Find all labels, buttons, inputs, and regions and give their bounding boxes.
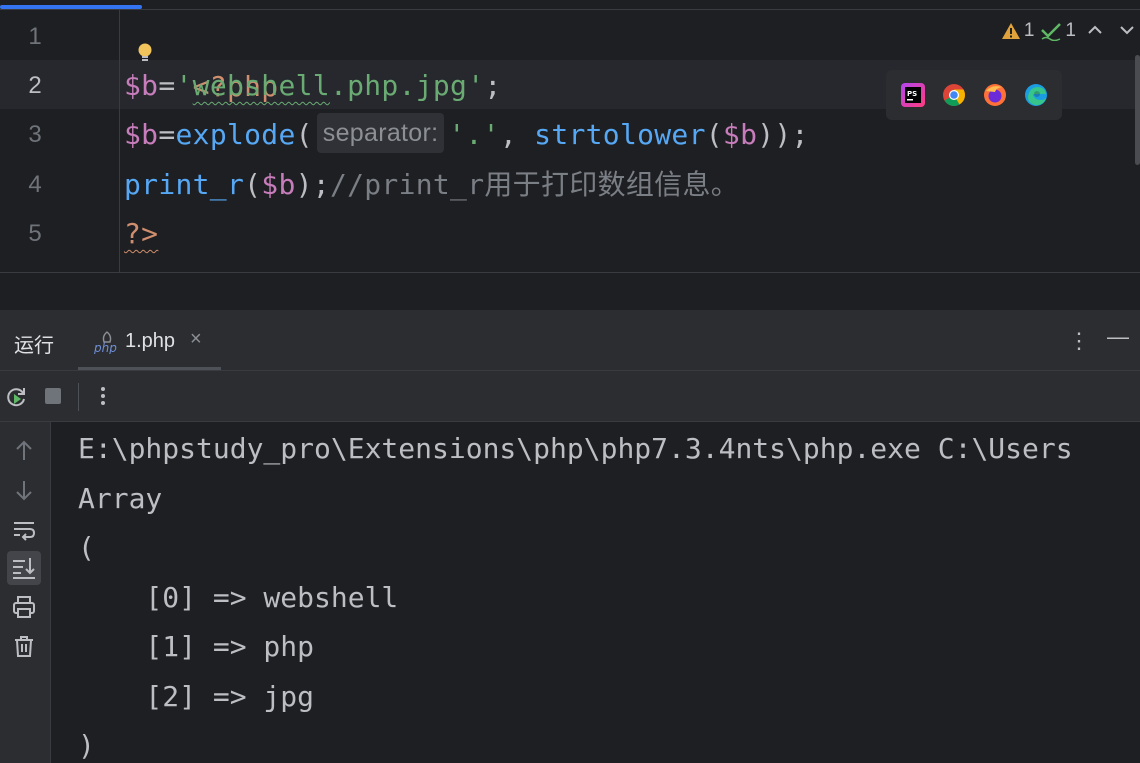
- print-icon[interactable]: [11, 594, 37, 620]
- console-line: [1] => php: [78, 630, 315, 663]
- arrow-down-icon[interactable]: [11, 477, 37, 503]
- trash-icon[interactable]: [11, 633, 37, 659]
- code-line-5[interactable]: ?>: [124, 209, 158, 259]
- variable-token: $b: [722, 118, 758, 151]
- function-token: print_r: [124, 168, 245, 201]
- warnings-count: 1: [1023, 20, 1035, 41]
- string-quote: ': [467, 69, 485, 102]
- more-actions-icon[interactable]: [92, 385, 114, 407]
- parameter-hint: separator:: [316, 113, 445, 153]
- scroll-to-end-button[interactable]: [7, 551, 41, 585]
- editor-scrollbar[interactable]: [1135, 55, 1140, 165]
- weak-warnings-indicator[interactable]: 1: [1040, 20, 1076, 42]
- run-toolbar: [0, 370, 1140, 422]
- semicolon-token: ;: [484, 69, 502, 102]
- variable-token: $b: [124, 118, 159, 151]
- editor-bottom-spacer: [0, 272, 1140, 311]
- firefox-icon[interactable]: [982, 82, 1008, 108]
- string-token: '.': [448, 118, 500, 151]
- line-number-gutter[interactable]: 1 2 3 4 5: [0, 10, 118, 272]
- warnings-indicator[interactable]: 1: [1001, 20, 1035, 42]
- chrome-icon[interactable]: [941, 82, 967, 108]
- operator-token: =: [158, 118, 176, 151]
- comment-token: //print_r用于打印数组信息。: [329, 168, 740, 201]
- paren-token: (: [705, 118, 723, 151]
- warning-icon: [1001, 23, 1020, 39]
- check-icon: [1041, 23, 1062, 41]
- inspection-widget[interactable]: 1 1: [1001, 18, 1140, 44]
- line-number-active: 2: [28, 72, 42, 99]
- paren-token: (: [295, 118, 313, 151]
- console-line: [2] => jpg: [78, 680, 315, 713]
- tab-1-php[interactable]: php 1.php ×: [78, 310, 221, 370]
- function-token: explode: [175, 118, 296, 151]
- gutter-divider: [119, 10, 120, 272]
- variable-token: $b: [261, 168, 296, 201]
- code-line-2[interactable]: $b='webshell.php.jpg';: [124, 61, 502, 111]
- console-line: E:\phpstudy_pro\Extensions\php\php7.3.4n…: [78, 432, 1073, 465]
- minimize-icon[interactable]: —: [1107, 324, 1129, 350]
- variable-token: $b: [124, 69, 159, 102]
- console-line: ): [78, 729, 95, 762]
- editor-top-border: [0, 9, 1140, 10]
- comma-token: ,: [499, 118, 535, 151]
- console-side-toolbar: [0, 422, 51, 763]
- paren-token: (: [244, 168, 262, 201]
- scroll-to-end-icon: [13, 558, 35, 579]
- closing-token: ));: [757, 118, 809, 151]
- close-icon[interactable]: ×: [190, 328, 202, 351]
- closing-token: );: [295, 168, 330, 201]
- line-number: 3: [28, 121, 42, 148]
- line-number: 1: [28, 23, 42, 50]
- line-number: 4: [28, 171, 42, 198]
- console-output[interactable]: E:\phpstudy_pro\Extensions\php\php7.3.4n…: [51, 422, 1140, 763]
- browser-popup: PS: [886, 70, 1062, 120]
- string-quote: ': [175, 69, 193, 102]
- string-token: .php.jpg: [329, 69, 468, 102]
- function-token: strtolower: [534, 118, 706, 151]
- more-options-icon[interactable]: ⋮: [1068, 328, 1090, 354]
- console-line: [0] => webshell: [78, 581, 399, 614]
- phpstorm-icon[interactable]: PS: [900, 82, 926, 108]
- run-panel-title: 运行: [14, 335, 54, 357]
- soft-wrap-icon[interactable]: [11, 517, 37, 543]
- rerun-icon[interactable]: [4, 385, 28, 409]
- chevron-down-icon[interactable]: [1114, 22, 1140, 40]
- svg-text:PS: PS: [907, 90, 917, 98]
- string-token-typo: webshell: [192, 69, 330, 102]
- tab-label: 1.php: [125, 330, 176, 352]
- console-line: (: [78, 531, 95, 564]
- php-file-icon: php: [94, 331, 117, 354]
- weak-warnings-count: 1: [1065, 20, 1076, 41]
- stop-icon[interactable]: [42, 385, 64, 407]
- console-line: Array: [78, 482, 163, 515]
- operator-token: =: [158, 69, 176, 102]
- php-close-tag: ?>: [124, 217, 159, 250]
- code-line-4[interactable]: print_r($b);//print_r用于打印数组信息。: [124, 160, 739, 210]
- chevron-up-icon[interactable]: [1082, 22, 1108, 40]
- line-number: 5: [28, 220, 42, 247]
- run-tool-window-header: 运行 php 1.php × ⋮ —: [0, 310, 1140, 370]
- toolbar-separator: [78, 383, 79, 411]
- code-line-3[interactable]: $b=explode(separator: '.', strtolower($b)…: [124, 110, 809, 160]
- edge-icon[interactable]: [1023, 82, 1049, 108]
- code-editor[interactable]: 1 2 3 4 5 <?php $b='webshell.php.jpg'; $…: [0, 0, 1140, 272]
- svg-text:php: php: [94, 341, 117, 354]
- arrow-up-icon[interactable]: [11, 438, 37, 464]
